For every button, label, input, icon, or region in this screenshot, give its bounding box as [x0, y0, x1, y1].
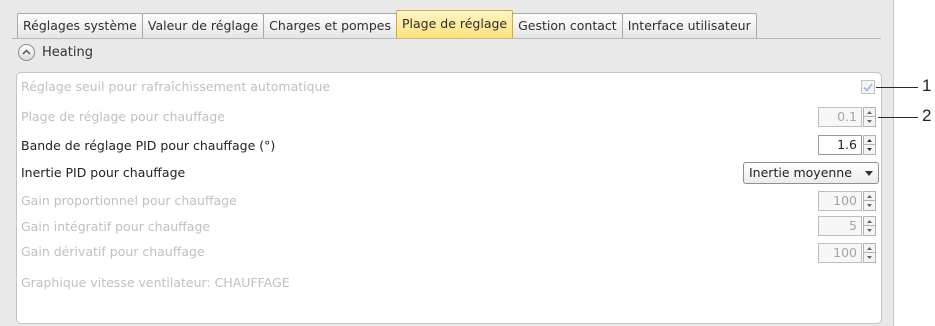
tab-interface-utilisateur[interactable]: Interface utilisateur	[621, 13, 757, 38]
gain-d-label: Gain dérivatif pour chauffage	[21, 244, 205, 259]
section-title: Heating	[42, 44, 93, 60]
heating-range-spinner[interactable]: 0.1	[818, 107, 876, 127]
tab-gestion-contact[interactable]: Gestion contact	[512, 13, 623, 38]
tab-valeur-de-reglage[interactable]: Valeur de réglage	[141, 13, 265, 38]
gain-i-spinner[interactable]: 5	[818, 216, 876, 236]
gain-i-label: Gain intégratif pour chauffage	[21, 219, 211, 234]
tab-reglages-systeme[interactable]: Réglages système	[17, 13, 143, 38]
spin-up-icon[interactable]	[863, 107, 876, 117]
section-header: Heating	[18, 41, 93, 63]
pid-inertia-value: Inertie moyenne	[749, 165, 852, 180]
tab-bar: Réglages système Valeur de réglage Charg…	[17, 10, 757, 38]
spin-down-icon[interactable]	[863, 117, 876, 127]
heating-range-value[interactable]: 0.1	[818, 107, 862, 127]
pid-inertia-label: Inertie PID pour chauffage	[21, 165, 186, 180]
fan-graph-label: Graphique vitesse ventilateur: CHAUFFAGE	[21, 275, 290, 290]
heating-range-label: Plage de réglage pour chauffage	[21, 109, 225, 124]
chevron-down-icon	[865, 171, 873, 176]
callout-number-1: 1	[922, 76, 932, 95]
spin-down-icon[interactable]	[863, 145, 876, 155]
pid-band-value[interactable]: 1.6	[818, 135, 862, 155]
callout-line-1	[876, 87, 918, 88]
spin-up-icon[interactable]	[863, 243, 876, 253]
tab-charges-et-pompes[interactable]: Charges et pompes	[263, 13, 397, 38]
callout-number-2: 2	[922, 106, 932, 125]
gain-p-value[interactable]: 100	[818, 191, 862, 211]
pid-band-spinner[interactable]: 1.6	[818, 135, 876, 155]
chevron-up-icon[interactable]	[18, 43, 35, 61]
gain-p-label: Gain proportionnel pour chauffage	[21, 193, 237, 208]
pid-band-label: Bande de réglage PID pour chauffage (°)	[21, 138, 276, 153]
settings-window: Réglages système Valeur de réglage Charg…	[0, 0, 894, 326]
gain-p-spinner[interactable]: 100	[818, 191, 876, 211]
callout-line-2	[878, 117, 918, 118]
spin-up-icon[interactable]	[863, 216, 876, 226]
auto-cooling-label: Réglage seuil pour rafraîchissement auto…	[21, 79, 331, 94]
spin-down-icon[interactable]	[863, 253, 876, 263]
tab-plage-de-reglage[interactable]: Plage de réglage	[395, 10, 514, 38]
gain-d-value[interactable]: 100	[818, 243, 862, 263]
spin-up-icon[interactable]	[863, 191, 876, 201]
gain-i-value[interactable]: 5	[818, 216, 862, 236]
auto-cooling-checkbox[interactable]	[861, 80, 875, 94]
pid-inertia-select[interactable]: Inertie moyenne	[743, 162, 879, 184]
spin-up-icon[interactable]	[863, 135, 876, 145]
spin-down-icon[interactable]	[863, 201, 876, 211]
spin-down-icon[interactable]	[863, 226, 876, 236]
tab-divider	[12, 38, 881, 39]
gain-d-spinner[interactable]: 100	[818, 243, 876, 263]
